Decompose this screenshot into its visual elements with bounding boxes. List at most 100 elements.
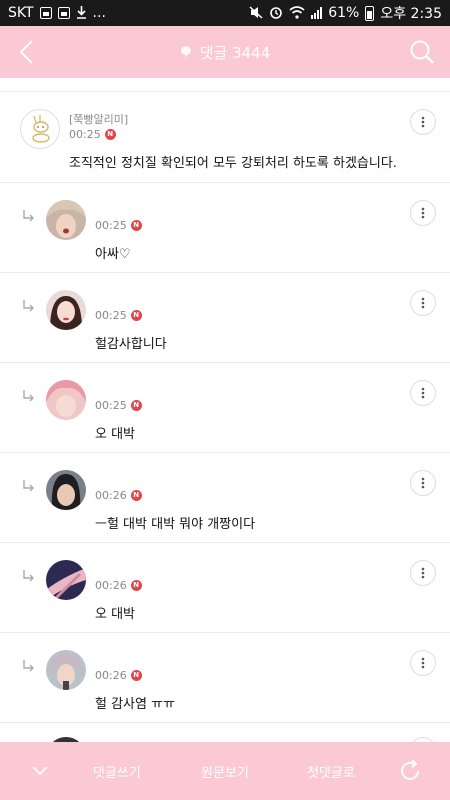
comment-text: 오 대박 [95, 607, 136, 622]
new-badge: N [130, 670, 142, 681]
more-vertical-icon [421, 567, 425, 579]
more-vertical-icon [421, 297, 425, 309]
comment-meta: 00:25 N [95, 309, 142, 322]
comment-meta: 00:26 N [95, 489, 142, 502]
reply-arrow-icon [23, 210, 34, 222]
chevron-down-icon[interactable] [30, 764, 50, 778]
battery-icon [365, 5, 375, 21]
more-vertical-icon [421, 207, 425, 219]
reply-arrow-icon [23, 390, 34, 402]
page-title: 댓글 3444 [199, 43, 271, 62]
status-bar: SKT ... 61% 오후 2:35 [0, 0, 450, 26]
reply-item[interactable]: 00:26 N 헐 감사염 ㅠㅠ [0, 633, 450, 723]
comment-time: 00:25 [69, 128, 101, 141]
comment-meta: 00:25 N [95, 219, 142, 232]
reply-item[interactable]: 00:25 N 아싸♡ [0, 183, 450, 273]
avatar[interactable] [46, 470, 86, 510]
comment-meta: 00:25 N [69, 128, 116, 141]
reply-item[interactable]: 00:25 N 오 대박 [0, 363, 450, 453]
comment-author[interactable]: [쭉빵알리미] [69, 111, 128, 127]
reply-item[interactable]: 00:26 N 오 대박 [0, 543, 450, 633]
avatar[interactable] [46, 290, 86, 330]
comment-text: 헐감사합니다 [95, 337, 167, 352]
comment-time: 00:26 [95, 579, 127, 592]
comment-text: 조직적인 정치질 확인되어 모두 강퇴처리 하도록 하겠습니다. [69, 156, 397, 171]
comment-time: 00:25 [95, 309, 127, 322]
reply-arrow-icon [23, 300, 34, 312]
search-button[interactable] [408, 38, 436, 66]
comment-time: 00:25 [95, 399, 127, 412]
profile-photo [46, 290, 86, 330]
more-options-button[interactable] [410, 109, 436, 135]
write-comment-button[interactable]: 댓글쓰기 [93, 762, 141, 781]
more-vertical-icon [421, 116, 425, 128]
comment-list[interactable]: [쭉빵알리미] 00:25 N 조직적인 정치질 확인되어 모두 강퇴처리 하도… [0, 92, 450, 742]
comment-text: ㅡ헐 대박 대박 뭐야 개짱이다 [95, 517, 256, 532]
status-right: 61% 오후 2:35 [249, 3, 442, 23]
profile-photo [46, 200, 86, 240]
profile-photo [46, 560, 86, 600]
first-comment-button[interactable]: 첫댓글로 [307, 762, 355, 781]
avatar[interactable] [20, 109, 60, 149]
reply-item[interactable]: 00:25 N 헐감사합니다 [0, 273, 450, 363]
comment-meta: 00:26 N [95, 579, 142, 592]
avatar[interactable] [46, 200, 86, 240]
avatar[interactable] [46, 380, 86, 420]
reply-arrow-icon [23, 570, 34, 582]
search-icon [410, 40, 434, 64]
reply-arrow-icon [23, 480, 34, 492]
view-original-button[interactable]: 원문보기 [201, 762, 249, 781]
new-badge: N [130, 310, 142, 321]
avatar[interactable] [46, 560, 86, 600]
clock: 오후 2:35 [380, 6, 442, 22]
refresh-icon[interactable] [398, 759, 422, 783]
gallery-notification-icon [57, 7, 70, 19]
profile-photo [46, 470, 86, 510]
comment-meta: 00:26 N [95, 669, 142, 682]
more-options-button[interactable] [410, 380, 436, 406]
more-vertical-icon [421, 657, 425, 669]
new-badge: N [130, 220, 142, 231]
image-notification-icon [39, 7, 52, 19]
reply-arrow-icon [23, 660, 34, 672]
comment-item-notice[interactable]: [쭉빵알리미] 00:25 N 조직적인 정치질 확인되어 모두 강퇴처리 하도… [0, 92, 450, 183]
status-left: SKT ... [8, 5, 106, 21]
download-icon [76, 5, 87, 21]
more-notifications-label: ... [92, 5, 106, 21]
more-options-button[interactable] [410, 560, 436, 586]
comment-time: 00:26 [95, 669, 127, 682]
profile-photo [46, 380, 86, 420]
new-badge: N [130, 400, 142, 411]
bottom-bar: 댓글쓰기 원문보기 첫댓글로 [0, 742, 450, 800]
reply-item[interactable]: 00:26 N ㅡ헐 대박 대박 뭐야 개짱이다 [0, 453, 450, 543]
comment-meta: 00:25 N [95, 399, 142, 412]
new-badge: N [130, 580, 142, 591]
reply-item[interactable] [0, 723, 450, 742]
more-vertical-icon [421, 477, 425, 489]
mute-icon [249, 5, 263, 21]
profile-photo [46, 650, 86, 690]
comment-time: 00:25 [95, 219, 127, 232]
more-options-button[interactable] [410, 290, 436, 316]
comment-text: 오 대박 [95, 427, 136, 442]
comment-time: 00:26 [95, 489, 127, 502]
comment-bubble-icon [180, 46, 191, 58]
battery-percent: 61% [328, 5, 360, 21]
more-options-button[interactable] [410, 200, 436, 226]
more-options-button[interactable] [410, 650, 436, 676]
carrier-label: SKT [8, 5, 34, 21]
alarm-icon [269, 5, 283, 21]
list-top-spacer [0, 78, 450, 92]
comment-text: 아싸♡ [95, 247, 131, 262]
new-badge: N [130, 490, 142, 501]
chevron-left-icon [19, 40, 33, 64]
more-options-button[interactable] [410, 470, 436, 496]
wifi-icon [289, 5, 305, 21]
signal-icon [311, 7, 323, 19]
avatar[interactable] [46, 650, 86, 690]
more-vertical-icon [421, 387, 425, 399]
back-button[interactable] [12, 38, 40, 66]
header-title-wrap: 댓글 3444 [180, 42, 271, 63]
header: 댓글 3444 [0, 26, 450, 78]
comment-text: 헐 감사염 ㅠㅠ [95, 697, 176, 712]
